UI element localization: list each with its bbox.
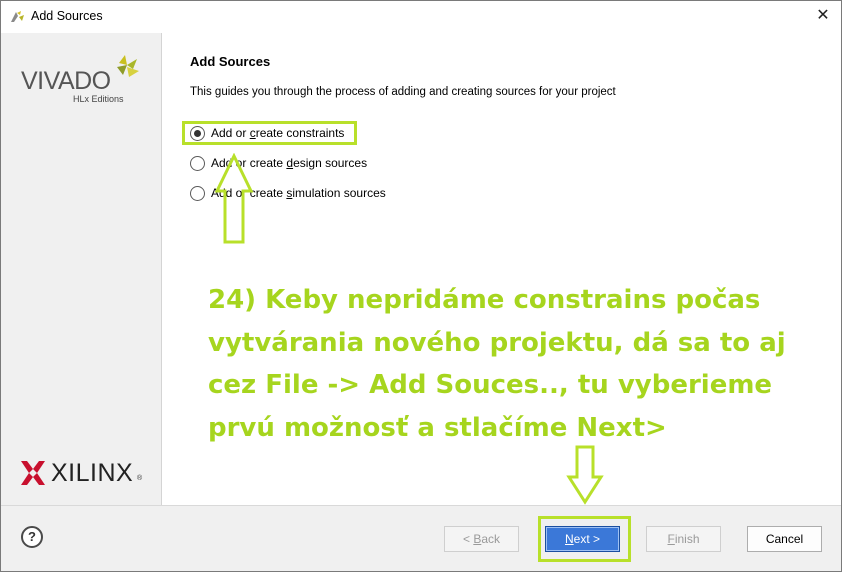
button-mnemonic: F [667, 532, 675, 546]
label-text-suffix: esign sources [293, 156, 368, 170]
annotation-line: prvú možnosť a stlačíme Next> [208, 412, 667, 443]
help-icon: ? [28, 529, 36, 544]
radio-add-simulation-sources[interactable] [190, 185, 205, 201]
close-button[interactable]: ✕ [805, 1, 841, 33]
back-button[interactable]: < Back [444, 526, 519, 552]
label-text-suffix: imulation sources [292, 186, 386, 200]
annotation-up-arrow-icon [214, 153, 254, 244]
vivado-logo: VIVADO HLx Editions [21, 55, 139, 104]
radio-add-constraints[interactable] [190, 125, 205, 141]
next-button[interactable]: Next > [545, 526, 620, 552]
main-panel: Add Sources This guides you through the … [162, 33, 841, 505]
xilinx-registered-mark: ® [137, 475, 143, 482]
button-text-prefix: < [462, 532, 474, 546]
radio-add-design-sources[interactable] [190, 155, 205, 171]
annotation-text: 24) Keby nepridáme constrains počas vytv… [208, 279, 808, 449]
button-text-suffix: ack [481, 532, 501, 546]
label-text-prefix: Add or [211, 126, 250, 140]
window-title: Add Sources [31, 9, 103, 23]
xilinx-logo-mark-icon [21, 461, 45, 485]
close-icon: ✕ [816, 7, 830, 24]
annotation-line: vytvárania nového projektu, dá sa to aj [208, 327, 786, 358]
sidebar: VIVADO HLx Editions XILINX ® [1, 33, 162, 505]
dialog-footer: ? < Back Next > Finish Cancel [1, 505, 841, 571]
option-add-constraints-label: Add or create constraints [211, 126, 344, 140]
vivado-logo-text: VIVADO [21, 67, 111, 95]
annotation-line: 24) Keby nepridáme constrains počas [208, 285, 761, 315]
vivado-app-icon [11, 11, 24, 22]
xilinx-logo-text: XILINX [51, 459, 134, 487]
option-add-constraints[interactable]: Add or create constraints [190, 123, 344, 143]
add-sources-dialog: Add Sources ✕ VIVADO HLx Editions XILINX [0, 0, 842, 572]
button-mnemonic: N [564, 532, 574, 546]
help-button[interactable]: ? [21, 526, 43, 548]
button-text-suffix: ext > [573, 532, 601, 546]
vivado-logo-mark-icon [117, 55, 139, 77]
title-bar: Add Sources ✕ [1, 1, 841, 33]
button-text-suffix: inish [674, 532, 700, 546]
vivado-logo-subtext: HLx Editions [73, 94, 124, 104]
finish-button[interactable]: Finish [646, 526, 721, 552]
page-title: Add Sources [190, 54, 271, 69]
xilinx-logo: XILINX ® [21, 459, 151, 489]
annotation-line: cez File -> Add Souces.., tu vyberieme [208, 370, 773, 400]
cancel-button[interactable]: Cancel [747, 526, 822, 552]
label-text-suffix: reate constraints [255, 126, 345, 140]
annotation-down-arrow-icon [566, 445, 604, 505]
page-description: This guides you through the process of a… [190, 86, 616, 98]
